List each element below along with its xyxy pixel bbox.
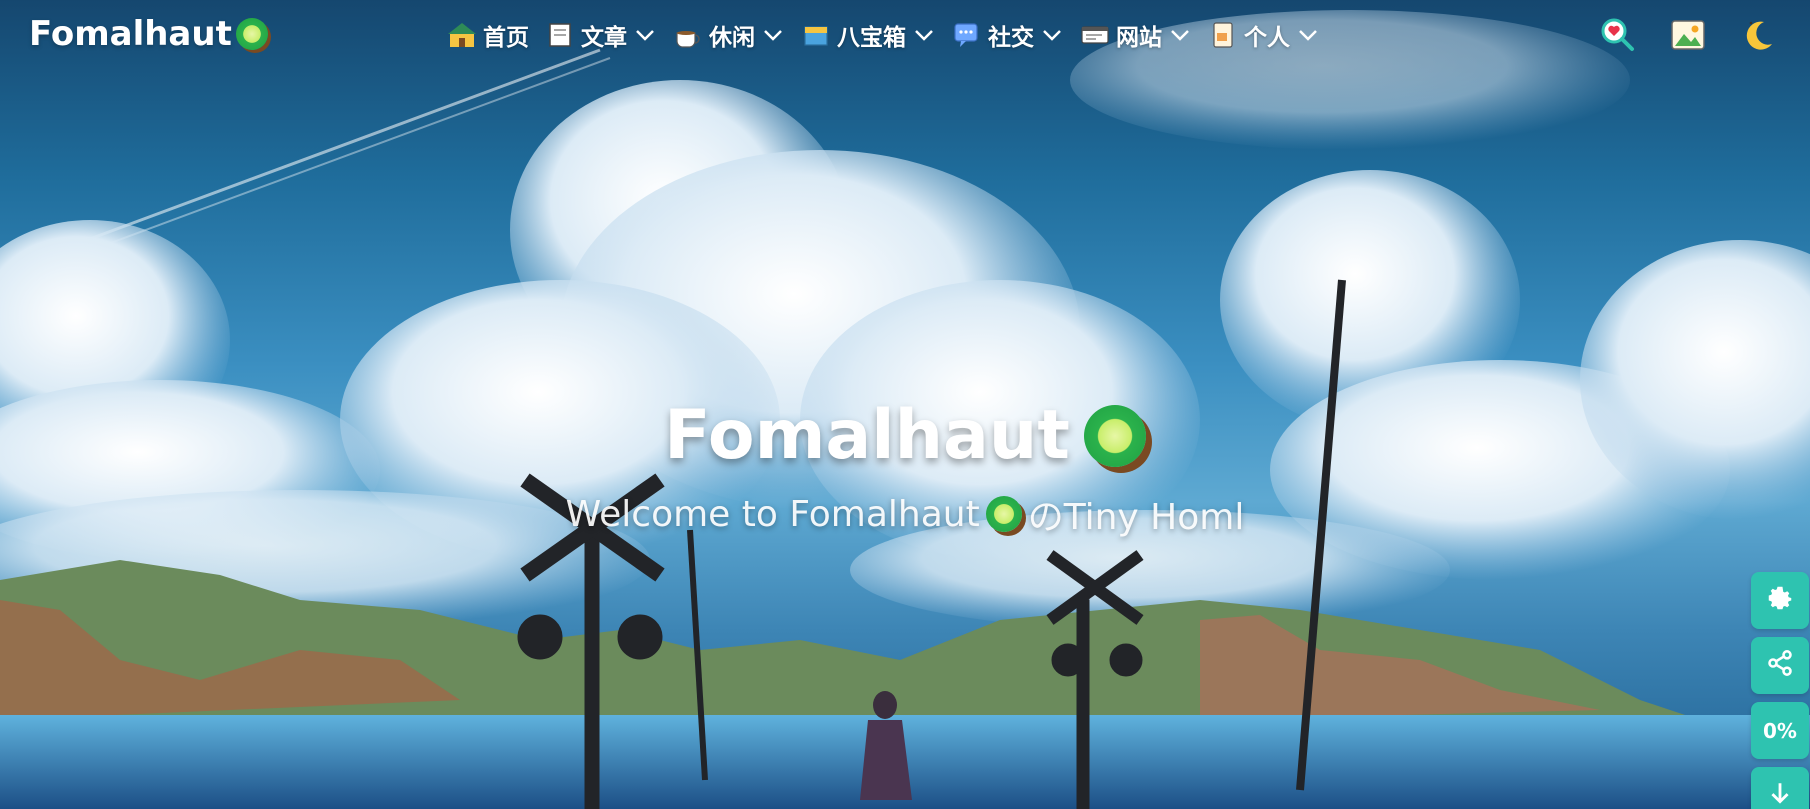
top-navbar: Fomalhaut 首页 文章 休闲 八宝箱 社交 网站 个人 [0,0,1810,74]
hero-subtitle: Welcome to Fomalhaut のTiny Homl [0,488,1810,540]
magnifier-heart-icon [1598,16,1638,58]
hero-title: Fomalhaut [0,396,1810,475]
scroll-down-button[interactable] [1751,767,1809,809]
reading-progress-button[interactable]: 0% [1751,702,1809,759]
nav-label: 社交 [988,25,1034,51]
hero-title-text: Fomalhaut [664,396,1070,475]
chevron-down-icon [1296,23,1320,47]
nav-item-social[interactable]: 社交 [952,18,1064,52]
chat-icon [952,21,982,49]
nav-item-treasure-box[interactable]: 八宝箱 [801,18,936,52]
search-button[interactable] [1598,18,1638,56]
arrow-down-icon [1767,780,1793,809]
nav-item-personal[interactable]: 个人 [1208,18,1320,52]
book-icon [545,21,575,49]
nav-label: 网站 [1116,25,1162,51]
nav-item-leisure[interactable]: 休闲 [673,18,785,52]
kiwi-icon [235,18,268,50]
chevron-down-icon [1040,23,1064,47]
nav-label: 个人 [1244,25,1290,51]
site-name: Fomalhaut [29,14,232,54]
chevron-down-icon [912,23,936,47]
moon-icon [1738,16,1778,58]
kiwi-icon [1083,404,1146,467]
nav-label: 文章 [581,25,627,51]
nav-label: 八宝箱 [837,25,906,51]
wallpaper-button[interactable] [1668,18,1708,56]
page: Fomalhaut 首页 文章 休闲 八宝箱 社交 网站 个人 Fomalhau… [0,0,1810,809]
nav-item-articles[interactable]: 文章 [545,18,657,52]
nav-label: 首页 [483,25,529,51]
coffee-icon [673,21,703,49]
reading-progress-value: 0% [1763,718,1797,743]
gear-icon [1765,583,1795,618]
dark-mode-toggle[interactable] [1738,18,1778,56]
settings-button[interactable] [1751,572,1809,629]
house-icon [447,21,477,49]
website-icon [1080,21,1110,49]
box-icon [801,21,831,49]
notebook-icon [1208,21,1238,49]
hero-subtitle-text-start: Welcome to Fomalhaut [565,493,980,535]
chevron-down-icon [633,23,657,47]
picture-icon [1668,16,1708,58]
site-logo-link[interactable]: Fomalhaut [29,14,268,54]
chevron-down-icon [1168,23,1192,47]
chevron-down-icon [761,23,785,47]
hero-subtitle-text-end: のTiny Homl [1027,497,1245,538]
kiwi-icon [985,496,1022,532]
floating-toolbar: 0% [1751,572,1809,809]
nav-item-websites[interactable]: 网站 [1080,18,1192,52]
nav-item-home[interactable]: 首页 [447,18,529,52]
share-icon [1766,649,1794,682]
main-menu: 首页 文章 休闲 八宝箱 社交 网站 个人 [447,18,1320,52]
share-button[interactable] [1751,637,1809,694]
nav-tools [1598,18,1778,56]
nav-label: 休闲 [709,25,755,51]
